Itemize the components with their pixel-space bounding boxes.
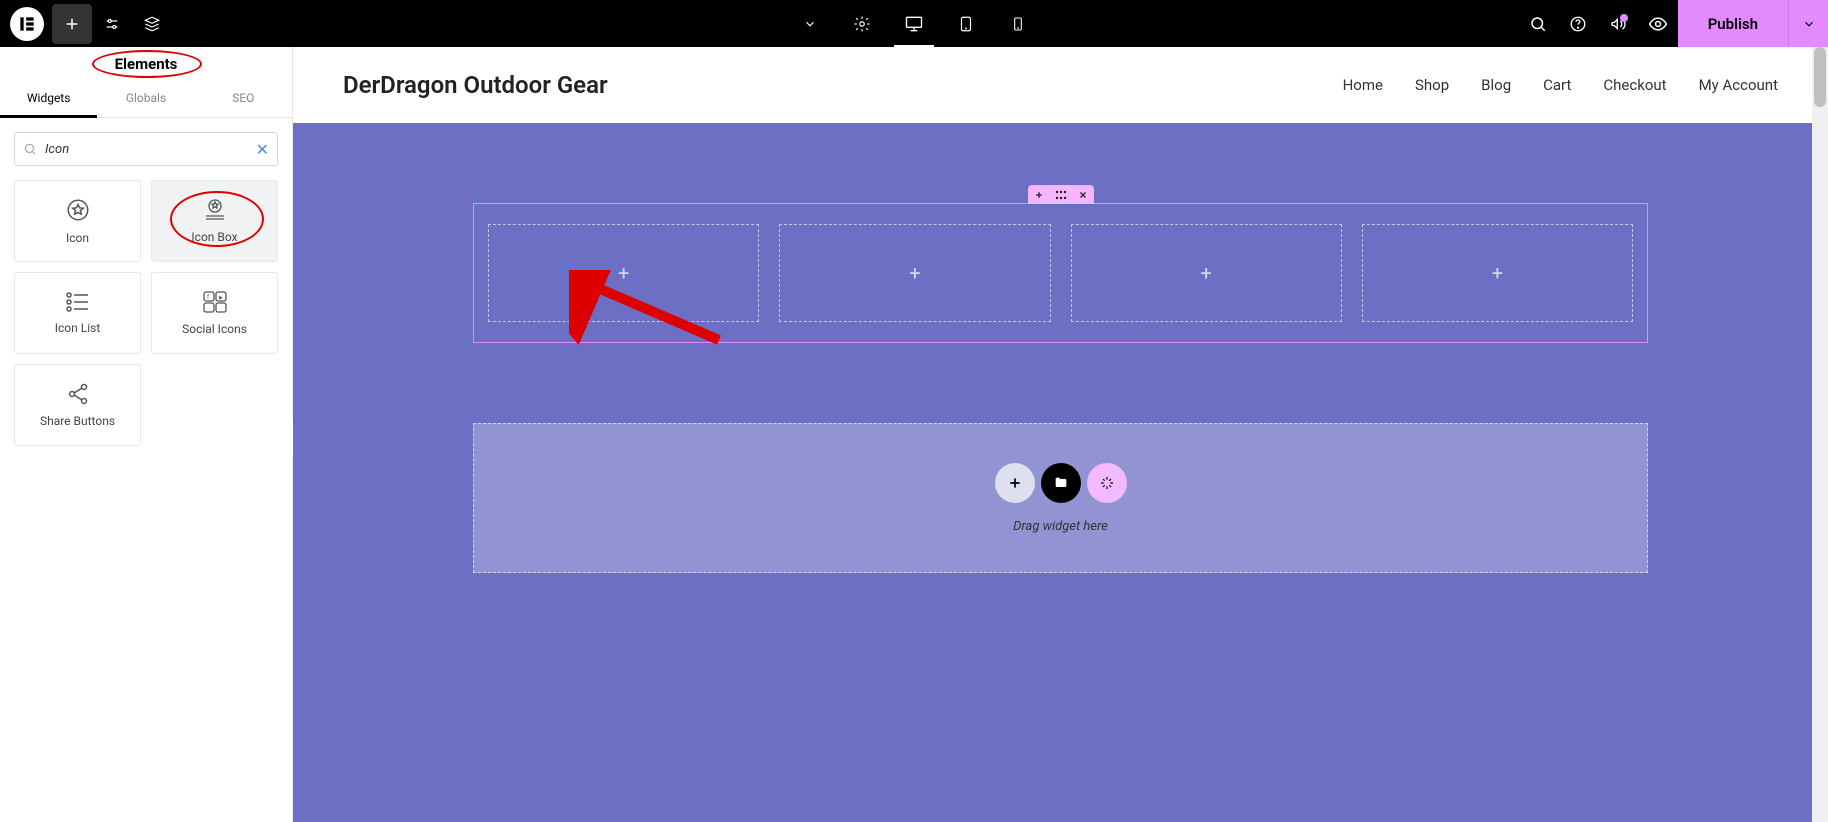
widget-share-buttons[interactable]: Share Buttons [14, 364, 141, 446]
widget-icon-box[interactable]: Icon Box [151, 180, 278, 262]
column-1[interactable]: + [488, 224, 759, 322]
site-nav: Home Shop Blog Cart Checkout My Account [1343, 76, 1778, 94]
add-section-button[interactable] [995, 463, 1035, 503]
add-element-button[interactable] [52, 4, 92, 44]
share-icon [65, 382, 91, 406]
star-circle-icon [65, 197, 91, 223]
widget-label: Share Buttons [40, 414, 115, 428]
widget-search-box: ✕ [14, 132, 278, 166]
nav-checkout[interactable]: Checkout [1603, 76, 1666, 94]
nav-blog[interactable]: Blog [1481, 76, 1511, 94]
dropzone-buttons [995, 463, 1127, 503]
page-dropdown[interactable] [784, 0, 836, 47]
section-delete-button[interactable] [1072, 185, 1094, 204]
nav-account[interactable]: My Account [1699, 76, 1778, 94]
add-widget-icon[interactable]: + [618, 261, 629, 285]
publish-label: Publish [1708, 15, 1758, 33]
tab-globals[interactable]: Globals [97, 81, 194, 117]
section-add-button[interactable] [1028, 185, 1050, 204]
editor-canvas[interactable]: + + + + [293, 123, 1828, 822]
preview-button[interactable] [1638, 4, 1678, 44]
topbar-right: Publish [1518, 0, 1828, 47]
panel-tabs: Widgets Globals SEO [0, 81, 292, 118]
elements-panel: Elements Widgets Globals SEO ✕ Icon [0, 47, 293, 822]
widget-label: Icon [66, 231, 89, 245]
svg-text:▶: ▶ [219, 295, 223, 301]
icon-list-icon [65, 291, 91, 313]
tab-widgets[interactable]: Widgets [0, 81, 97, 118]
widget-label: Icon Box [191, 230, 237, 244]
widget-social-icons[interactable]: f▶ Social Icons [151, 272, 278, 354]
column-3[interactable]: + [1071, 224, 1342, 322]
app-topbar: Publish [0, 0, 1828, 47]
section-columns: + + + + [488, 224, 1633, 322]
search-wrap: ✕ [0, 118, 292, 180]
search-icon [23, 142, 37, 156]
widget-icon-list[interactable]: Icon List [14, 272, 141, 354]
publish-button[interactable]: Publish [1678, 0, 1788, 47]
section-handle [1028, 185, 1094, 204]
section-drag-handle[interactable] [1050, 185, 1072, 204]
panel-title: Elements [115, 55, 178, 73]
panel-title-wrap: Elements [0, 47, 292, 81]
page-settings-button[interactable] [836, 0, 888, 47]
widgets-grid: Icon Icon Box Icon List f▶ Social Icons [0, 180, 292, 446]
widget-label: Icon List [55, 321, 101, 335]
section-container[interactable]: + + + + [473, 203, 1648, 343]
widget-icon[interactable]: Icon [14, 180, 141, 262]
nav-cart[interactable]: Cart [1543, 76, 1571, 94]
topbar-left [0, 4, 172, 44]
ai-button[interactable] [1087, 463, 1127, 503]
add-widget-icon[interactable]: + [1492, 261, 1503, 285]
vertical-scrollbar[interactable] [1812, 47, 1828, 822]
structure-button[interactable] [132, 4, 172, 44]
add-widget-icon[interactable]: + [909, 261, 920, 285]
canvas-inner: + + + + [293, 123, 1828, 613]
icon-box-icon [201, 198, 229, 222]
finder-search-button[interactable] [1518, 4, 1558, 44]
help-button[interactable] [1558, 4, 1598, 44]
site-title: DerDragon Outdoor Gear [343, 71, 608, 99]
publish-options-button[interactable] [1788, 0, 1828, 47]
column-4[interactable]: + [1362, 224, 1633, 322]
whats-new-button[interactable] [1598, 4, 1638, 44]
elementor-logo[interactable] [10, 7, 44, 41]
main-layout: Elements Widgets Globals SEO ✕ Icon [0, 47, 1828, 822]
add-widget-icon[interactable]: + [1200, 261, 1211, 285]
widget-label: Social Icons [182, 322, 247, 336]
social-icons-icon: f▶ [201, 290, 229, 314]
svg-text:f: f [207, 294, 210, 301]
clear-search-button[interactable]: ✕ [256, 140, 269, 159]
widget-search-input[interactable] [45, 142, 247, 157]
drop-zone[interactable]: Drag widget here [473, 423, 1648, 573]
tab-seo[interactable]: SEO [195, 81, 292, 117]
scrollbar-thumb[interactable] [1814, 47, 1826, 107]
desktop-view-button[interactable] [888, 0, 940, 47]
topbar-center [784, 0, 1044, 47]
nav-home[interactable]: Home [1343, 76, 1383, 94]
canvas-wrap: DerDragon Outdoor Gear Home Shop Blog Ca… [293, 47, 1828, 822]
notification-dot-icon [1620, 14, 1628, 22]
column-2[interactable]: + [779, 224, 1050, 322]
tablet-view-button[interactable] [940, 0, 992, 47]
template-library-button[interactable] [1041, 463, 1081, 503]
site-settings-button[interactable] [92, 4, 132, 44]
site-header: DerDragon Outdoor Gear Home Shop Blog Ca… [293, 47, 1828, 123]
drop-text: Drag widget here [1013, 519, 1108, 534]
mobile-view-button[interactable] [992, 0, 1044, 47]
nav-shop[interactable]: Shop [1415, 76, 1449, 94]
